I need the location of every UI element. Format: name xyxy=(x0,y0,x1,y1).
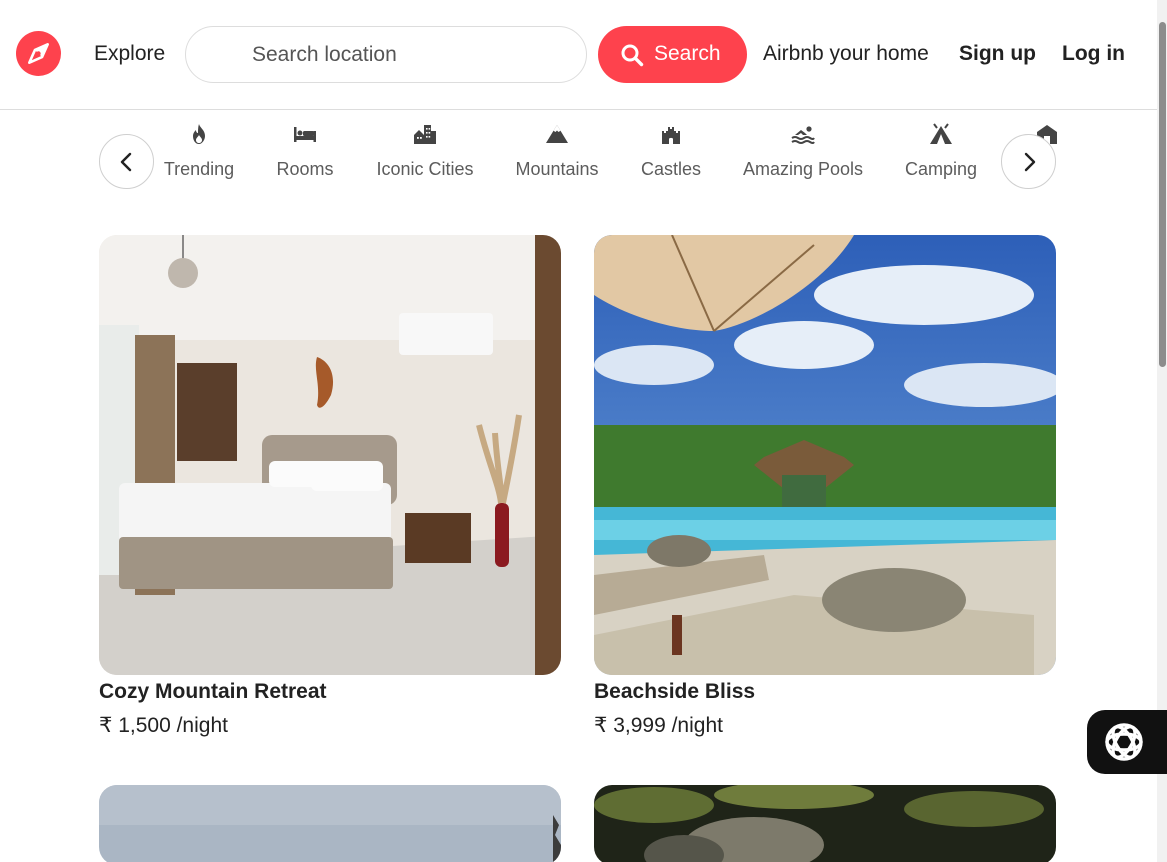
listing-price: ₹ 3,999 /night xyxy=(594,714,723,737)
filter-rooms[interactable]: Rooms xyxy=(274,122,336,186)
filter-label: Amazing Pools xyxy=(742,159,864,179)
filter-label: Camping xyxy=(904,159,978,179)
search-button[interactable]: Search xyxy=(598,26,747,83)
assistant-widget-button[interactable] xyxy=(1087,710,1167,774)
filter-iconic-cities[interactable]: Iconic Cities xyxy=(375,122,475,186)
openai-logo-icon xyxy=(1105,723,1143,761)
filter-label: Rooms xyxy=(276,159,334,179)
scrollbar-thumb[interactable] xyxy=(1159,22,1166,367)
listing-title: Cozy Mountain Retreat xyxy=(99,680,327,703)
chevron-right-icon xyxy=(1024,152,1036,172)
filters-prev-button[interactable] xyxy=(99,134,154,189)
castle-icon xyxy=(662,127,680,144)
filter-camping[interactable]: Camping xyxy=(903,122,979,186)
signup-link[interactable]: Sign up xyxy=(959,42,1036,66)
search-input[interactable] xyxy=(252,42,572,68)
filter-mountains[interactable]: Mountains xyxy=(513,122,601,186)
bed-icon xyxy=(294,127,316,142)
search-icon xyxy=(620,43,644,70)
filter-label: Castles xyxy=(640,159,702,179)
filter-label: Iconic Cities xyxy=(376,159,474,179)
listing-price: ₹ 1,500 /night xyxy=(99,714,228,737)
navbar: Explore Search Airbnb your home Sign up … xyxy=(0,0,1157,110)
search-box xyxy=(185,26,587,83)
filter-label: Mountains xyxy=(515,159,599,179)
host-link[interactable]: Airbnb your home xyxy=(763,42,929,66)
filter-trending[interactable]: Trending xyxy=(161,122,237,186)
city-icon xyxy=(414,125,436,144)
search-button-label: Search xyxy=(654,42,721,65)
filter-label: Trending xyxy=(163,159,235,179)
tent-icon xyxy=(930,123,952,144)
filter-bar: Trending Rooms Iconic Cities Mountains C… xyxy=(99,118,1057,198)
explore-link[interactable]: Explore xyxy=(94,42,165,66)
chevron-left-icon xyxy=(120,152,132,172)
compass-logo-icon[interactable] xyxy=(16,31,61,76)
filter-amazing-pools[interactable]: Amazing Pools xyxy=(741,122,865,186)
filter-castles[interactable]: Castles xyxy=(637,122,705,186)
listing-photo-bedroom[interactable] xyxy=(99,235,561,675)
swimmer-icon xyxy=(791,126,815,144)
listing-photo-forest[interactable] xyxy=(594,785,1056,862)
listing-photo-pool[interactable] xyxy=(594,235,1056,675)
filters-next-button[interactable] xyxy=(1001,134,1056,189)
fire-icon xyxy=(193,124,205,144)
login-link[interactable]: Log in xyxy=(1062,42,1125,66)
mountain-icon xyxy=(546,125,568,143)
listing-title: Beachside Bliss xyxy=(594,680,756,703)
listing-photo-sky[interactable] xyxy=(99,785,561,862)
